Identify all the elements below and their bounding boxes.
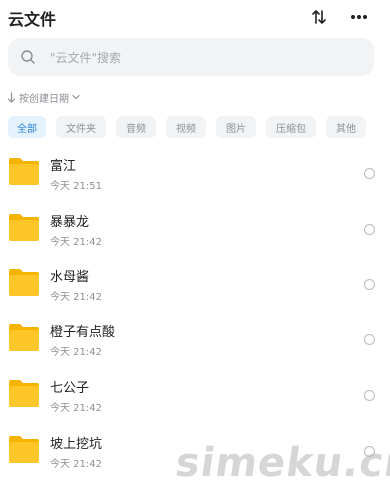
list-item[interactable]: 富江 今天 21:51 <box>0 146 390 202</box>
folder-icon <box>9 214 39 241</box>
select-radio[interactable] <box>364 334 375 345</box>
tab-other[interactable]: 其他 <box>326 116 366 138</box>
file-name: 七公子 <box>50 381 90 396</box>
file-time: 今天 21:42 <box>50 403 102 414</box>
arrow-down-icon <box>7 91 16 103</box>
file-name: 水母酱 <box>50 270 90 285</box>
list-item[interactable]: 暴暴龙 今天 21:42 <box>0 202 390 258</box>
select-radio[interactable] <box>364 168 375 179</box>
more-button[interactable] <box>346 6 372 28</box>
file-name: 暴暴龙 <box>50 215 90 230</box>
page-title: 云文件 <box>8 10 57 29</box>
file-name: 橙子有点酸 <box>50 325 116 340</box>
search-bar[interactable]: "云文件"搜索 <box>8 38 374 76</box>
tab-images[interactable]: 图片 <box>216 116 256 138</box>
file-time: 今天 21:42 <box>50 292 102 303</box>
search-icon <box>21 50 35 64</box>
tab-folders[interactable]: 文件夹 <box>56 116 106 138</box>
sort-label: 按创建日期 <box>19 93 69 105</box>
list-item[interactable]: 七公子 今天 21:42 <box>0 368 390 424</box>
file-name: 坡上挖坑 <box>50 437 103 452</box>
list-item[interactable]: 水母酱 今天 21:42 <box>0 257 390 313</box>
sort-arrows-icon <box>312 10 326 24</box>
chevron-down-icon <box>72 94 80 100</box>
file-time: 今天 21:42 <box>50 237 102 248</box>
select-radio[interactable] <box>364 279 375 290</box>
sort-button[interactable] <box>306 6 332 28</box>
folder-icon <box>9 380 39 407</box>
select-radio[interactable] <box>364 224 375 235</box>
folder-icon <box>9 324 39 351</box>
tab-video[interactable]: 视频 <box>166 116 206 138</box>
top-bar: 云文件 <box>0 0 390 36</box>
select-radio[interactable] <box>364 390 375 401</box>
tab-audio[interactable]: 音频 <box>116 116 156 138</box>
folder-icon <box>9 269 39 296</box>
list-item[interactable]: 橙子有点酸 今天 21:42 <box>0 312 390 368</box>
file-time: 今天 21:42 <box>50 459 102 470</box>
file-time: 今天 21:51 <box>50 181 102 192</box>
file-time: 今天 21:42 <box>50 347 102 358</box>
more-dots-icon <box>351 15 367 19</box>
tab-all[interactable]: 全部 <box>8 116 46 138</box>
watermark: simeku.cn <box>172 440 390 486</box>
file-name: 富江 <box>50 159 77 174</box>
sort-selector[interactable]: 按创建日期 <box>7 89 80 105</box>
folder-icon <box>9 436 39 463</box>
tab-archives[interactable]: 压缩包 <box>266 116 316 138</box>
folder-icon <box>9 158 39 185</box>
search-placeholder: "云文件"搜索 <box>50 51 122 65</box>
